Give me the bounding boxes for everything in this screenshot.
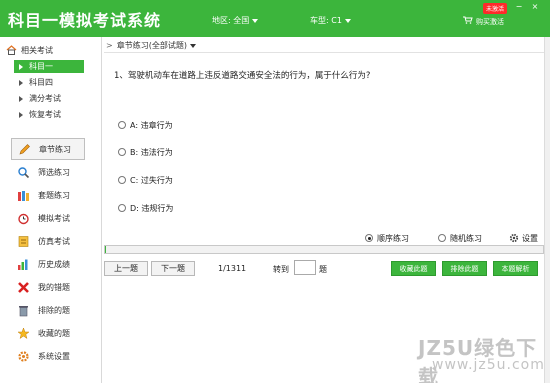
mode-label: 随机练习 [450,233,482,243]
menu-favorite-questions[interactable]: 收藏的题 [11,322,85,344]
triangle-right-icon [19,79,23,86]
title-bar: 科目一模拟考试系统 地区: 全国 车型: C1 未激活 − × 购买激活 [0,0,550,37]
sidebar: 相关考试 科目一 科目四 满分考试 恢复考试 章节练习 筛选练习 套题练习 模拟… [0,37,102,383]
magnifier-icon [18,166,30,178]
tree-item-label: 科目一 [29,62,53,71]
option-label: B: 违法行为 [130,147,173,157]
triangle-right-icon [19,111,23,118]
chevron-down-icon [344,18,351,23]
cartype-selector[interactable]: 车型: C1 [310,15,351,26]
settings-label: 设置 [522,233,538,243]
menu-label: 系统设置 [38,351,70,361]
goto-label: 转到 [273,265,289,274]
option-c[interactable]: C: 过失行为 [118,174,173,186]
menu-simulation-exam[interactable]: 仿真考试 [11,230,85,252]
mode-random[interactable]: 随机练习 [438,232,482,244]
menu-mock-exam[interactable]: 模拟考试 [11,207,85,229]
chevron-right-icon: > [106,41,113,50]
red-x-icon [18,281,29,293]
tree-root-related-exams[interactable]: 相关考试 [6,43,53,57]
tree-item-subject-four[interactable]: 科目四 [14,76,84,89]
option-label: A: 违章行为 [130,120,173,130]
chevron-down-icon [189,43,196,48]
menu-label: 我的错题 [38,282,70,292]
close-button[interactable]: × [530,3,540,11]
radio-icon[interactable] [118,204,126,212]
trash-icon [19,305,28,316]
option-b[interactable]: B: 违法行为 [118,146,173,158]
radio-icon[interactable] [438,234,446,242]
favorite-question-button[interactable]: 收藏此题 [391,261,436,276]
menu-label: 章节练习 [39,144,71,154]
alarm-clock-icon [18,213,29,224]
gear-icon [509,233,519,243]
chevron-down-icon [252,18,259,23]
bar-chart-icon [18,259,28,270]
tree-root-label: 相关考试 [21,45,53,55]
explanation-button[interactable]: 本题解析 [493,261,538,276]
buy-activation-link[interactable]: 购买激活 [476,17,504,27]
cart-icon[interactable] [463,16,473,24]
triangle-right-icon [19,63,23,70]
prev-question-button[interactable]: 上一题 [104,261,148,276]
option-label: C: 过失行为 [130,175,173,185]
mode-sequential[interactable]: 顺序练习 [365,232,409,244]
goto-unit-label: 题 [319,265,327,274]
menu-filter-practice[interactable]: 筛选练习 [11,161,85,183]
menu-label: 收藏的题 [38,328,70,338]
menu-label: 模拟考试 [38,213,70,223]
books-icon [18,190,29,201]
app-title: 科目一模拟考试系统 [8,11,162,30]
home-icon [6,45,17,55]
option-a[interactable]: A: 违章行为 [118,119,173,131]
radio-icon[interactable] [118,121,126,129]
menu-label: 筛选练习 [38,167,70,177]
progress-bar [104,245,544,254]
settings-icon [18,350,29,362]
exclude-question-button[interactable]: 排除此题 [442,261,487,276]
radio-icon[interactable] [365,234,373,242]
question-text: 1、驾驶机动车在道路上违反道路交通安全法的行为，属于什么行为? [114,71,371,81]
question-counter: 1/1311 [218,264,247,273]
option-d[interactable]: D: 违规行为 [118,202,173,214]
breadcrumb[interactable]: > 章节练习(全部试题) [104,39,550,53]
tree-item-label: 满分考试 [29,94,61,103]
activation-status-badge: 未激活 [483,3,508,14]
menu-label: 历史成绩 [38,259,70,269]
exam-icon [18,235,29,247]
tree-item-subject-one[interactable]: 科目一 [14,60,84,73]
pencil-icon [19,143,30,154]
cartype-label: 车型: C1 [310,16,342,25]
menu-system-settings[interactable]: 系统设置 [11,345,85,367]
menu-label: 仿真考试 [38,236,70,246]
goto-input[interactable] [294,260,316,275]
minimize-button[interactable]: − [514,3,524,11]
mode-label: 顺序练习 [377,233,409,243]
menu-excluded-questions[interactable]: 排除的题 [11,299,85,321]
breadcrumb-label: 章节练习(全部试题) [116,41,187,50]
tree-item-full-score-exam[interactable]: 满分考试 [14,92,84,105]
radio-icon[interactable] [118,176,126,184]
region-label: 地区: 全国 [212,16,250,25]
menu-history-scores[interactable]: 历史成绩 [11,253,85,275]
tree-item-label: 恢复考试 [29,110,61,119]
menu-chapter-practice[interactable]: 章节练习 [11,138,85,160]
radio-icon[interactable] [118,148,126,156]
menu-set-practice[interactable]: 套题练习 [11,184,85,206]
tree-item-restore-exam[interactable]: 恢复考试 [14,108,84,121]
menu-label: 套题练习 [38,190,70,200]
settings-button[interactable]: 设置 [509,232,538,244]
menu-label: 排除的题 [38,305,70,315]
region-selector[interactable]: 地区: 全国 [212,15,259,26]
watermark-url: www.jz5u.com [432,357,545,373]
star-icon [17,326,30,339]
menu-my-wrong-questions[interactable]: 我的错题 [11,276,85,298]
option-label: D: 违规行为 [130,203,174,213]
triangle-right-icon [19,95,23,102]
next-question-button[interactable]: 下一题 [151,261,195,276]
tree-item-label: 科目四 [29,78,53,87]
